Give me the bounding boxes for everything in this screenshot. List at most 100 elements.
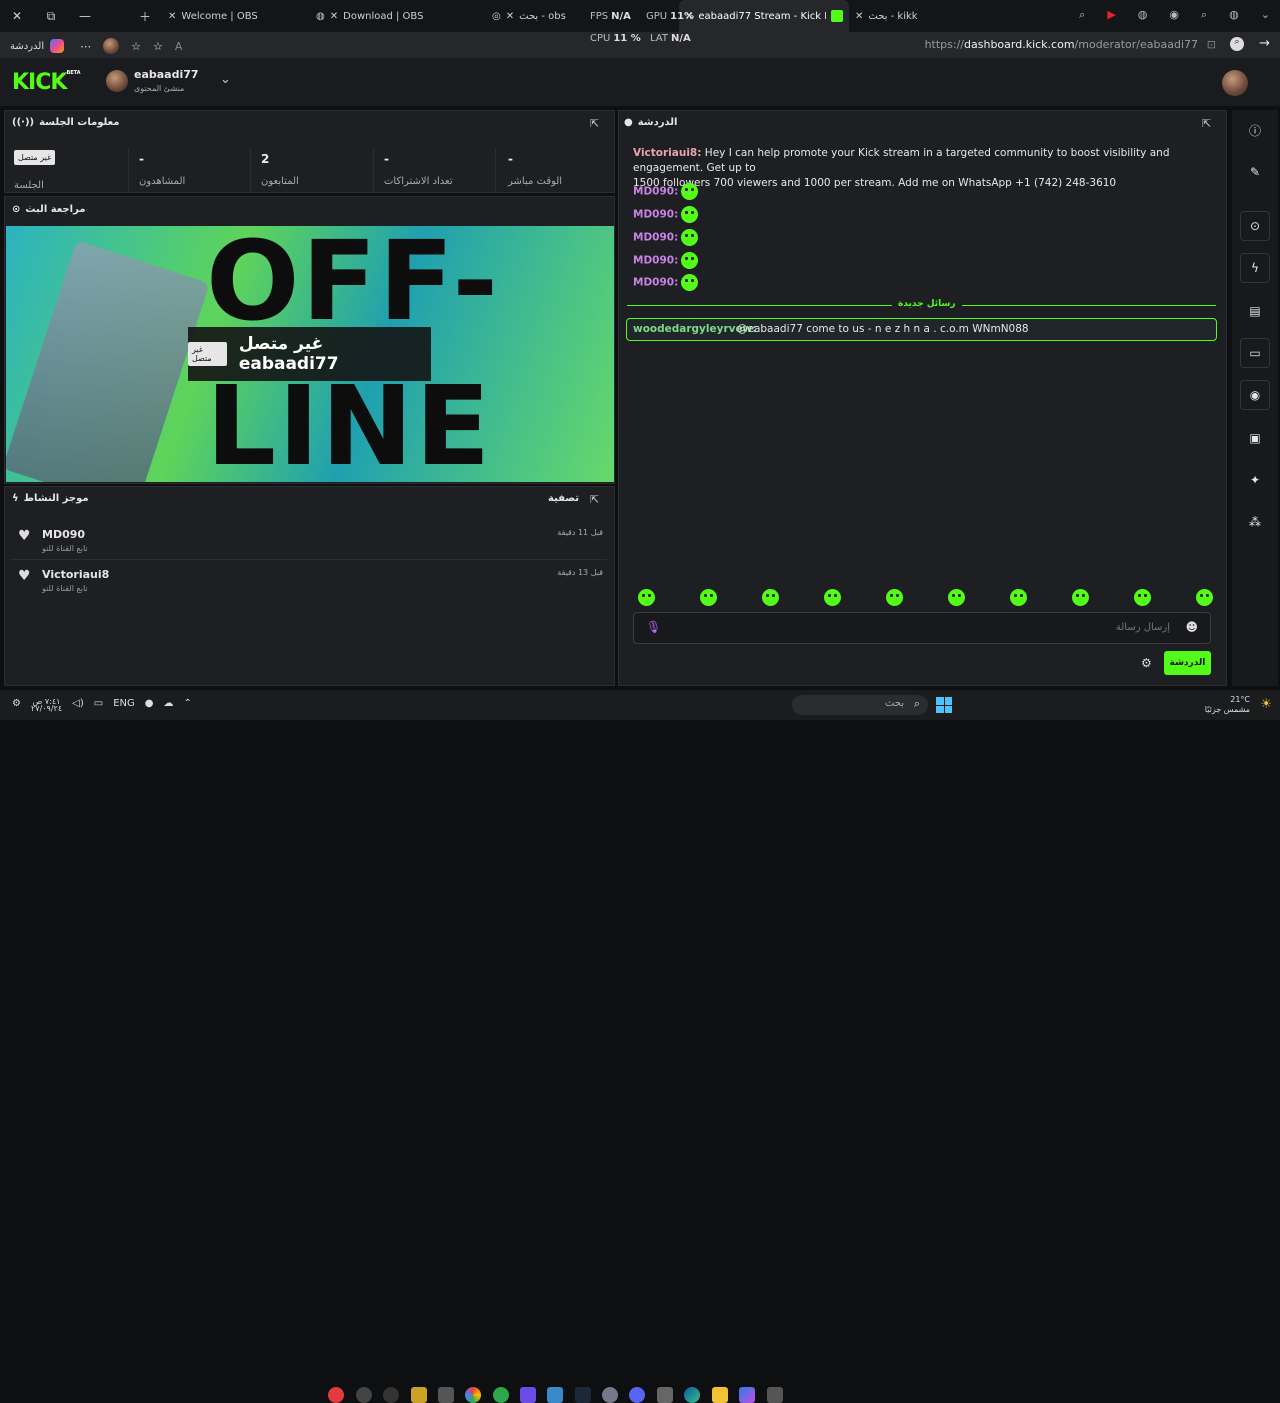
- notes-icon[interactable]: ▤: [1240, 296, 1270, 326]
- chat-username[interactable]: Victoriaui8:: [633, 147, 701, 159]
- emote-icon[interactable]: [1072, 589, 1089, 606]
- globe-icon[interactable]: ◍: [1229, 8, 1239, 22]
- discord-icon[interactable]: [629, 1387, 645, 1403]
- emote-icon[interactable]: [1010, 589, 1027, 606]
- site-search-icon[interactable]: ⌕: [1230, 37, 1244, 51]
- app-icon[interactable]: [657, 1387, 673, 1403]
- kick-logo[interactable]: KICKBETA: [12, 70, 81, 95]
- popout-icon[interactable]: ⇱: [1202, 117, 1214, 130]
- share-icon[interactable]: ⁂: [1240, 507, 1270, 537]
- chat-bubble-icon[interactable]: ▭: [1240, 338, 1270, 368]
- app-icon[interactable]: [383, 1387, 399, 1403]
- app-icon[interactable]: [411, 1387, 427, 1403]
- tab-download-obs[interactable]: ◍ ✕ Download | OBS: [310, 0, 486, 32]
- favorites-icon[interactable]: ☆: [131, 40, 141, 53]
- tab-search-obs[interactable]: ◎ ✕ بحث - obs: [486, 0, 576, 32]
- search-icon[interactable]: ⌕: [1201, 8, 1207, 22]
- tab-actions-icon[interactable]: ⧉: [34, 0, 68, 32]
- more-icon[interactable]: ⋯: [80, 40, 91, 53]
- microphone-icon[interactable]: 🎙: [646, 620, 661, 634]
- mic-tray-icon[interactable]: ●: [145, 698, 154, 712]
- volume-icon[interactable]: ◁): [72, 698, 84, 712]
- channel-switch-chevron-icon[interactable]: ⌄: [220, 72, 231, 87]
- tab-welcome-obs[interactable]: ✕ Welcome | OBS: [162, 0, 310, 32]
- windows-start-icon[interactable]: [936, 697, 952, 713]
- obs-app-icon[interactable]: [328, 1387, 344, 1403]
- read-aloud-icon[interactable]: A: [175, 40, 183, 53]
- bolt-icon[interactable]: ϟ: [1240, 253, 1270, 283]
- minimize-icon[interactable]: —: [68, 0, 102, 32]
- user-avatar[interactable]: [1222, 70, 1248, 96]
- preview-toggle-icon[interactable]: ⊙: [1240, 211, 1270, 241]
- youtube-icon[interactable]: ▶: [1107, 8, 1115, 22]
- chevron-down-icon[interactable]: ⌄: [1261, 8, 1270, 22]
- popout-icon[interactable]: ⇱: [590, 493, 602, 506]
- info-icon[interactable]: ⓘ: [1240, 115, 1270, 145]
- tab-close-icon[interactable]: ✕: [330, 11, 338, 22]
- chat-username[interactable]: MD090:: [633, 209, 678, 221]
- new-tab-icon[interactable]: ＋: [128, 0, 162, 32]
- chat-shortcut[interactable]: الدردشة: [10, 41, 44, 52]
- app-icon[interactable]: [438, 1387, 454, 1403]
- popout-icon[interactable]: ⇱: [590, 117, 602, 130]
- taskbar-search[interactable]: بحث ⌕: [792, 695, 928, 715]
- emote-icon[interactable]: [700, 589, 717, 606]
- chat-username[interactable]: MD090:: [633, 232, 678, 244]
- chrome-icon[interactable]: [465, 1387, 481, 1403]
- follower-name[interactable]: MD090: [42, 528, 85, 541]
- steam-icon[interactable]: [575, 1387, 591, 1403]
- weather-sun-icon[interactable]: ☀: [1260, 697, 1272, 712]
- xbox-icon[interactable]: [493, 1387, 509, 1403]
- filter-button[interactable]: تصفية: [548, 493, 579, 504]
- weather-widget[interactable]: 21°C مشمس جزئيًا: [1205, 695, 1250, 715]
- search-icon[interactable]: ⌕: [1079, 8, 1085, 22]
- settings-tray-icon[interactable]: ⚙: [12, 698, 21, 712]
- chat-username[interactable]: MD090:: [633, 186, 678, 198]
- follower-name[interactable]: Victoriaui8: [42, 568, 109, 581]
- emote-icon[interactable]: [948, 589, 965, 606]
- chevron-up-icon[interactable]: ⌃: [183, 698, 191, 712]
- chat-username[interactable]: MD090:: [633, 277, 678, 289]
- broadcast-icon[interactable]: ◉: [1240, 380, 1270, 410]
- tab-close-icon[interactable]: ✕: [506, 11, 514, 22]
- profile-avatar[interactable]: [103, 38, 120, 54]
- tab-close-icon[interactable]: ✕: [168, 11, 176, 22]
- language-indicator[interactable]: ENG: [113, 698, 135, 712]
- cloud-icon[interactable]: ☁: [163, 698, 173, 712]
- tab-search-kikk[interactable]: ✕ بحث - kikk: [849, 0, 929, 32]
- url-field[interactable]: https://dashboard.kick.com/moderator/eab…: [925, 38, 1198, 51]
- app-icon[interactable]: [356, 1387, 372, 1403]
- copilot-icon[interactable]: [50, 39, 65, 53]
- chat-input[interactable]: 🎙 إرسال رسالة ☻: [633, 612, 1211, 644]
- channel-avatar[interactable]: [106, 70, 128, 92]
- emote-icon[interactable]: [638, 589, 655, 606]
- file-explorer-icon[interactable]: [712, 1387, 728, 1403]
- tab-kick-dashboard[interactable]: ✕ eabaadi77 Stream - Kick Dashbo: [679, 0, 849, 32]
- add-favorite-icon[interactable]: ☆: [153, 40, 163, 53]
- close-window-icon[interactable]: ✕: [0, 0, 34, 32]
- app-icon[interactable]: [547, 1387, 563, 1403]
- chat-settings-gear-icon[interactable]: ⚙: [1141, 656, 1152, 670]
- edge-icon[interactable]: [684, 1387, 700, 1403]
- emote-icon[interactable]: [1196, 589, 1213, 606]
- settings-app-icon[interactable]: [602, 1387, 618, 1403]
- forward-arrow-icon[interactable]: →: [1259, 36, 1270, 51]
- emote-icon[interactable]: [824, 589, 841, 606]
- emote-icon[interactable]: [1134, 589, 1151, 606]
- wrench-icon[interactable]: ✦: [1240, 465, 1270, 495]
- video-icon[interactable]: ▣: [1240, 423, 1270, 453]
- globe-icon[interactable]: ◍: [1138, 8, 1148, 22]
- github-icon[interactable]: ◉: [1169, 8, 1179, 22]
- chat-username[interactable]: MD090:: [633, 255, 678, 267]
- app-icon[interactable]: [739, 1387, 755, 1403]
- send-chat-button[interactable]: الدردشة: [1164, 651, 1211, 675]
- tab-close-icon[interactable]: ✕: [855, 11, 863, 22]
- network-icon[interactable]: ▭: [94, 698, 103, 712]
- app-icon[interactable]: [520, 1387, 536, 1403]
- emoji-icon[interactable]: ☻: [1185, 620, 1198, 634]
- edit-icon[interactable]: ✎: [1240, 157, 1270, 187]
- emote-icon[interactable]: [762, 589, 779, 606]
- emote-icon[interactable]: [886, 589, 903, 606]
- clock[interactable]: ٧:٤١ ص ٢٧/٠٩/٢٤: [31, 698, 62, 713]
- app-icon[interactable]: [767, 1387, 783, 1403]
